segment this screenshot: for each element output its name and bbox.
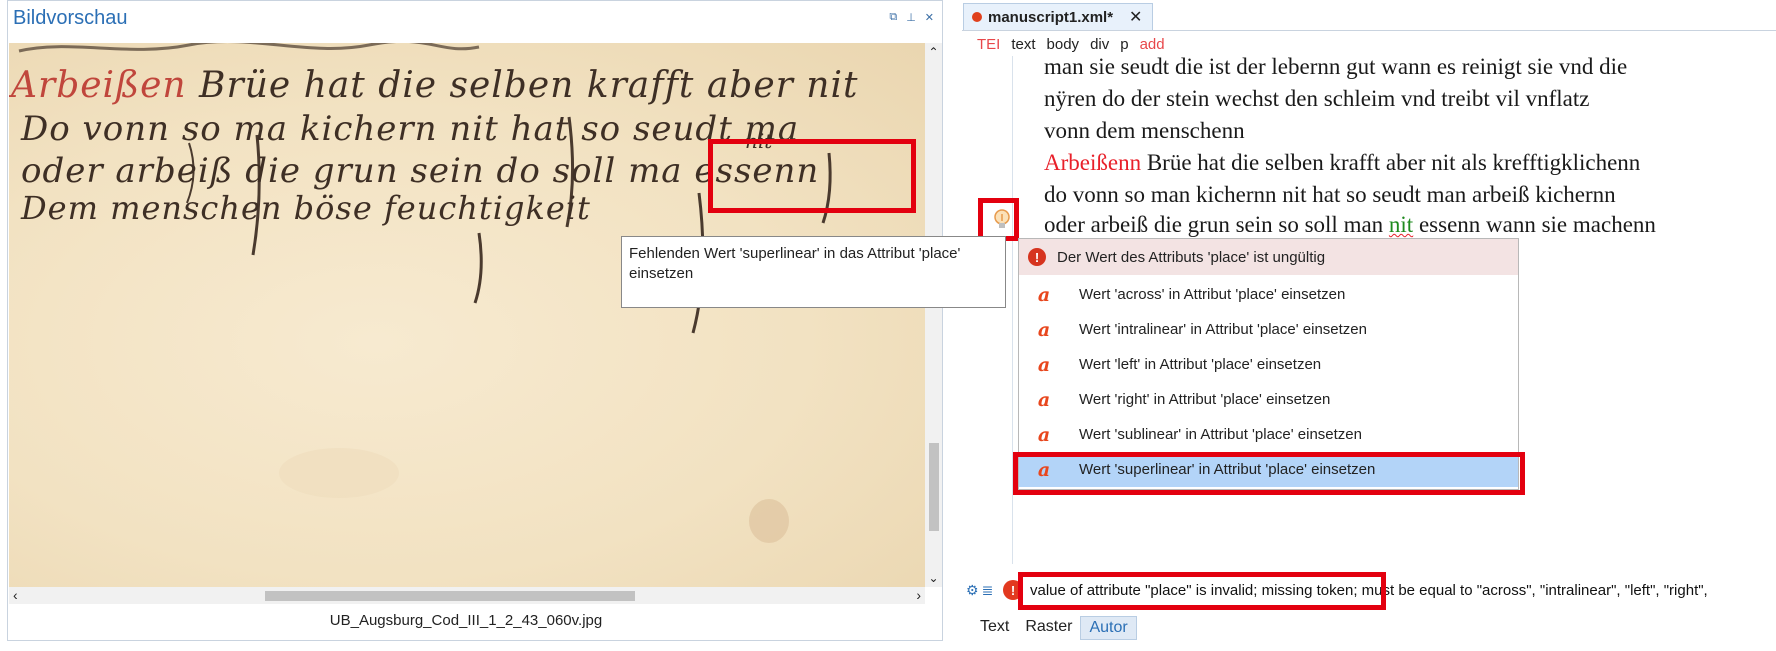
scroll-thumb-horizontal[interactable]: [265, 591, 635, 601]
modified-dot-icon: [972, 12, 982, 22]
error-icon: !: [1028, 248, 1046, 266]
breadcrumb-text[interactable]: text: [1011, 36, 1035, 53]
rubric-text: Arbeißenn: [1044, 150, 1142, 175]
quick-fix-item[interactable]: a Wert 'intralinear' in Attribut 'place' …: [1019, 312, 1518, 347]
breadcrumb-div[interactable]: div: [1090, 36, 1109, 53]
quick-fix-item[interactable]: a Wert 'across' in Attribut 'place' einse…: [1019, 277, 1518, 312]
interlinear-note: nit: [745, 129, 773, 153]
quick-fix-item-label: Wert 'superlinear' in Attribut 'place' e…: [1079, 461, 1376, 478]
attribute-icon: a: [1037, 388, 1051, 411]
vertical-scrollbar[interactable]: ⌃ ⌄: [925, 43, 942, 587]
tab-label: manuscript1.xml*: [988, 8, 1114, 26]
scroll-down-icon[interactable]: ⌄: [925, 571, 942, 585]
quick-fix-item[interactable]: a Wert 'left' in Attribut 'place' einsetz…: [1019, 347, 1518, 382]
quick-fix-header: ! Der Wert des Attributs 'place' ist ung…: [1019, 239, 1518, 275]
quick-fix-item-selected[interactable]: a Wert 'superlinear' in Attribut 'place' …: [1019, 452, 1518, 487]
image-caption: UB_Augsburg_Cod_III_1_2_43_060v.jpg: [329, 612, 603, 629]
manuscript-image[interactable]: Arbeißen Brüe hat die selben krafft aber…: [9, 43, 925, 587]
line-6-pre: oder arbeiß die grun sein so soll man: [1044, 212, 1389, 237]
editor-tab-bar: manuscript1.xml* ✕: [962, 0, 1776, 31]
panel-controls: ⧉ ⊥ ✕: [889, 11, 934, 24]
scroll-up-icon[interactable]: ⌃: [925, 45, 942, 59]
scroll-right-icon[interactable]: ›: [916, 587, 921, 603]
attribute-icon: a: [1037, 458, 1051, 481]
gutter-divider: [1012, 56, 1013, 564]
close-icon[interactable]: ✕: [925, 11, 934, 24]
quick-fix-tooltip: Fehlenden Wert 'superlinear' in das Attr…: [621, 236, 1006, 308]
restore-icon[interactable]: ⧉: [889, 11, 897, 24]
editor-line-3[interactable]: vonn dem menschenn: [1044, 118, 1245, 144]
scroll-left-icon[interactable]: ‹: [13, 587, 18, 603]
quick-fix-item-label: Wert 'across' in Attribut 'place' einset…: [1079, 286, 1346, 303]
tab-raster[interactable]: Raster: [1017, 616, 1080, 640]
quick-fix-item-label: Wert 'right' in Attribut 'place' einsetz…: [1079, 391, 1331, 408]
attribute-icon: a: [1037, 318, 1051, 341]
manuscript-line-4: Dem menschen böse feuchtigkeit: [21, 189, 591, 227]
validation-message-main: value of attribute "place" is invalid; m…: [1030, 582, 1358, 599]
list-icon[interactable]: ≣: [982, 582, 994, 599]
scroll-thumb[interactable]: [929, 443, 939, 531]
manuscript-line-1: Arbeißen Brüe hat die selben krafft aber…: [11, 65, 859, 106]
editor-line-5[interactable]: do vonn so man kichernn nit hat so seudt…: [1044, 182, 1616, 208]
breadcrumb-p[interactable]: p: [1120, 36, 1128, 53]
manuscript-line-3: oder arbeiß die grun sein do soll ma ess…: [21, 151, 820, 191]
editor-line-1[interactable]: man sie seudt die ist der lebernn gut wa…: [1044, 54, 1627, 80]
close-icon[interactable]: ✕: [1129, 7, 1142, 27]
quick-fix-item[interactable]: a Wert 'right' in Attribut 'place' einset…: [1019, 382, 1518, 417]
breadcrumb-tei[interactable]: TEI: [977, 36, 1000, 53]
editor-line-4[interactable]: Arbeißenn Brüe hat die selben krafft abe…: [1044, 150, 1640, 176]
horizontal-scrollbar[interactable]: ‹ ›: [9, 587, 925, 604]
rubric-word: Arbeißen: [11, 65, 187, 106]
status-tools[interactable]: ⚙ ≣: [966, 582, 993, 599]
tab-text[interactable]: Text: [972, 616, 1017, 640]
line-6-post: essenn wann sie machenn: [1413, 212, 1656, 237]
added-word[interactable]: nit: [1389, 212, 1413, 237]
quick-fix-item-label: Wert 'left' in Attribut 'place' einsetze…: [1079, 356, 1322, 373]
attribute-icon: a: [1037, 353, 1051, 376]
tab-manuscript[interactable]: manuscript1.xml* ✕: [963, 3, 1154, 30]
attribute-icon: a: [1037, 283, 1051, 306]
editor-line-2[interactable]: nÿren do der stein wechst den schleim vn…: [1044, 86, 1589, 112]
line-4-text: Brüe hat die selben krafft aber nit als …: [1141, 150, 1641, 175]
pin-icon[interactable]: ⊥: [906, 11, 916, 24]
manuscript-line-2: Do vonn so ma kichern nit hat so seudt m…: [21, 109, 800, 149]
tab-autor[interactable]: Autor: [1080, 616, 1137, 640]
breadcrumb-add[interactable]: add: [1140, 36, 1165, 53]
validation-message[interactable]: value of attribute "place" is invalid; m…: [1030, 582, 1708, 599]
error-icon: !: [1003, 580, 1023, 600]
breadcrumb-body[interactable]: body: [1047, 36, 1080, 53]
editor-line-6[interactable]: oder arbeiß die grun sein so soll man ni…: [1044, 212, 1656, 238]
quick-fix-popup: ! Der Wert des Attributs 'place' ist ung…: [1018, 238, 1519, 490]
image-preview-panel: Bildvorschau ⧉ ⊥ ✕ Arbeißen Brüe hat die…: [7, 0, 943, 641]
gear-icon[interactable]: ⚙: [966, 582, 979, 599]
attribute-icon: a: [1037, 423, 1051, 446]
breadcrumb: TEI text body div p add: [977, 36, 1165, 53]
panel-title: Bildvorschau: [13, 7, 128, 29]
mode-tabs: Text Raster Autor: [972, 616, 1137, 640]
quick-fix-item[interactable]: a Wert 'sublinear' in Attribut 'place' ei…: [1019, 417, 1518, 452]
quick-fix-bulb-icon[interactable]: [985, 203, 1019, 237]
quick-fix-item-label: Wert 'intralinear' in Attribut 'place' e…: [1079, 321, 1367, 338]
validation-message-rest: must be equal to "across", "intralinear"…: [1357, 582, 1708, 599]
quick-fix-header-text: Der Wert des Attributs 'place' ist ungül…: [1057, 248, 1326, 266]
quick-fix-item-label: Wert 'sublinear' in Attribut 'place' ein…: [1079, 426, 1362, 443]
